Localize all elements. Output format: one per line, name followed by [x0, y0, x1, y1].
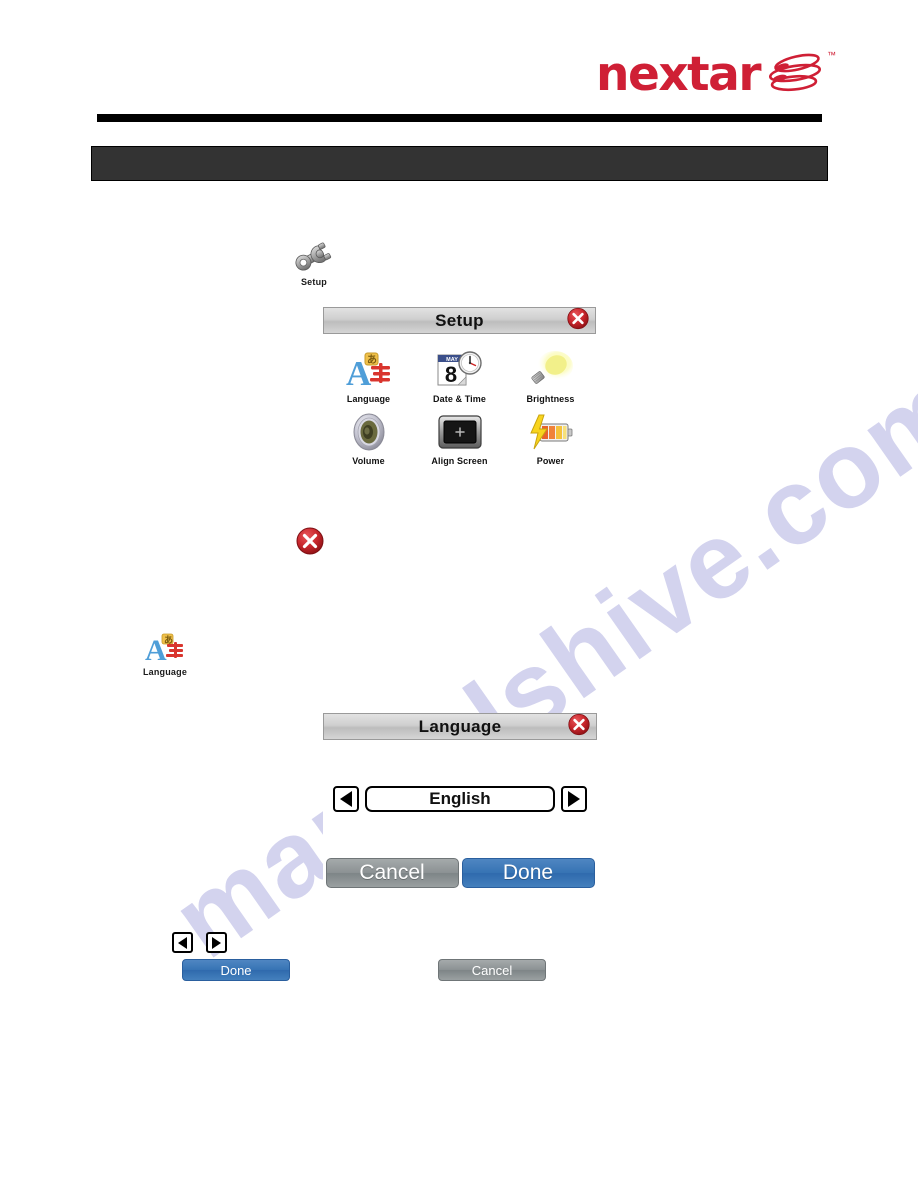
calendar-clock-icon: MAY 8 — [414, 348, 505, 392]
setup-tile-label: Volume — [352, 456, 385, 466]
swoosh-icon: ™ — [764, 50, 836, 96]
setup-tile-date-time[interactable]: MAY 8 Date & Time — [414, 348, 505, 404]
setup-tile-brightness[interactable]: Brightness — [505, 348, 596, 404]
setup-tile-label: Date & Time — [433, 394, 486, 404]
close-circle-icon — [567, 307, 589, 329]
section-heading-band — [91, 146, 828, 181]
setup-dialog-close-button[interactable] — [567, 307, 589, 334]
setup-tile-label: Align Screen — [431, 456, 488, 466]
align-screen-icon — [414, 410, 505, 454]
triangle-right-icon — [568, 791, 580, 807]
language-dialog: Language English Cancel Done — [323, 713, 597, 888]
inline-prev-arrow-reference[interactable] — [172, 932, 193, 953]
setup-tile-label: Power — [536, 456, 565, 466]
language-next-button[interactable] — [561, 786, 587, 812]
header-divider-rule — [97, 114, 822, 122]
brand-logo: nextar ™ — [595, 46, 836, 102]
setup-tile-label: Brightness — [526, 394, 575, 404]
setup-tile-volume[interactable]: Volume — [323, 410, 414, 466]
calendar-day-text: 8 — [444, 362, 456, 387]
triangle-left-button — [172, 932, 193, 953]
language-letters-icon: A あ — [123, 626, 207, 664]
setup-tile-label: Language — [346, 394, 391, 404]
close-circle-icon — [296, 527, 324, 555]
inline-cancel-button-reference[interactable]: Cancel — [438, 959, 546, 981]
done-button[interactable]: Done — [461, 858, 595, 888]
battery-bolt-icon — [505, 410, 596, 454]
language-dialog-body: English Cancel Done — [323, 740, 597, 888]
language-value-display[interactable]: English — [365, 786, 555, 812]
setup-tile-language[interactable]: A あ Language — [323, 348, 414, 404]
page-header: nextar ™ — [0, 0, 918, 130]
brand-wordmark: nextar — [595, 47, 762, 102]
triangle-left-icon — [340, 791, 352, 807]
language-icon-reference[interactable]: A あ Language — [123, 626, 207, 677]
language-dialog-title: Language — [418, 716, 502, 736]
speaker-icon — [323, 410, 414, 454]
inline-done-button-reference[interactable]: Done — [182, 959, 290, 981]
language-prev-button[interactable] — [333, 786, 359, 812]
language-dialog-titlebar: Language — [323, 713, 597, 740]
triangle-left-icon — [178, 936, 187, 949]
language-selector-row: English — [323, 786, 597, 812]
close-circle-icon — [568, 713, 590, 735]
setup-icon-caption: Setup — [300, 277, 327, 287]
cancel-button[interactable]: Cancel — [325, 858, 459, 888]
setup-tile-power[interactable]: Power — [505, 410, 596, 466]
language-dialog-close-button[interactable] — [568, 713, 590, 740]
svg-text:あ: あ — [367, 353, 377, 366]
lightbulb-icon — [505, 348, 596, 392]
language-icon-caption: Language — [142, 667, 188, 677]
setup-dialog-titlebar: Setup — [323, 307, 596, 334]
setup-dialog-grid: A あ Language MAY 8 Date & Time Brightnes… — [323, 334, 596, 474]
triangle-right-button — [206, 932, 227, 953]
trademark-symbol: ™ — [827, 50, 836, 60]
triangle-right-icon — [212, 936, 221, 949]
setup-dialog-title: Setup — [435, 310, 484, 330]
setup-dialog: Setup A あ Language MAY 8 Date & Time Bri… — [323, 307, 596, 474]
close-icon-reference[interactable] — [296, 527, 324, 560]
setup-icon-reference[interactable]: Setup — [272, 236, 356, 287]
inline-next-arrow-reference[interactable] — [206, 932, 227, 953]
language-dialog-buttons: Cancel Done — [323, 858, 597, 888]
setup-tile-align-screen[interactable]: Align Screen — [414, 410, 505, 466]
svg-text:あ: あ — [164, 635, 173, 645]
wrench-icon — [272, 236, 356, 274]
language-letters-icon: A あ — [323, 348, 414, 392]
